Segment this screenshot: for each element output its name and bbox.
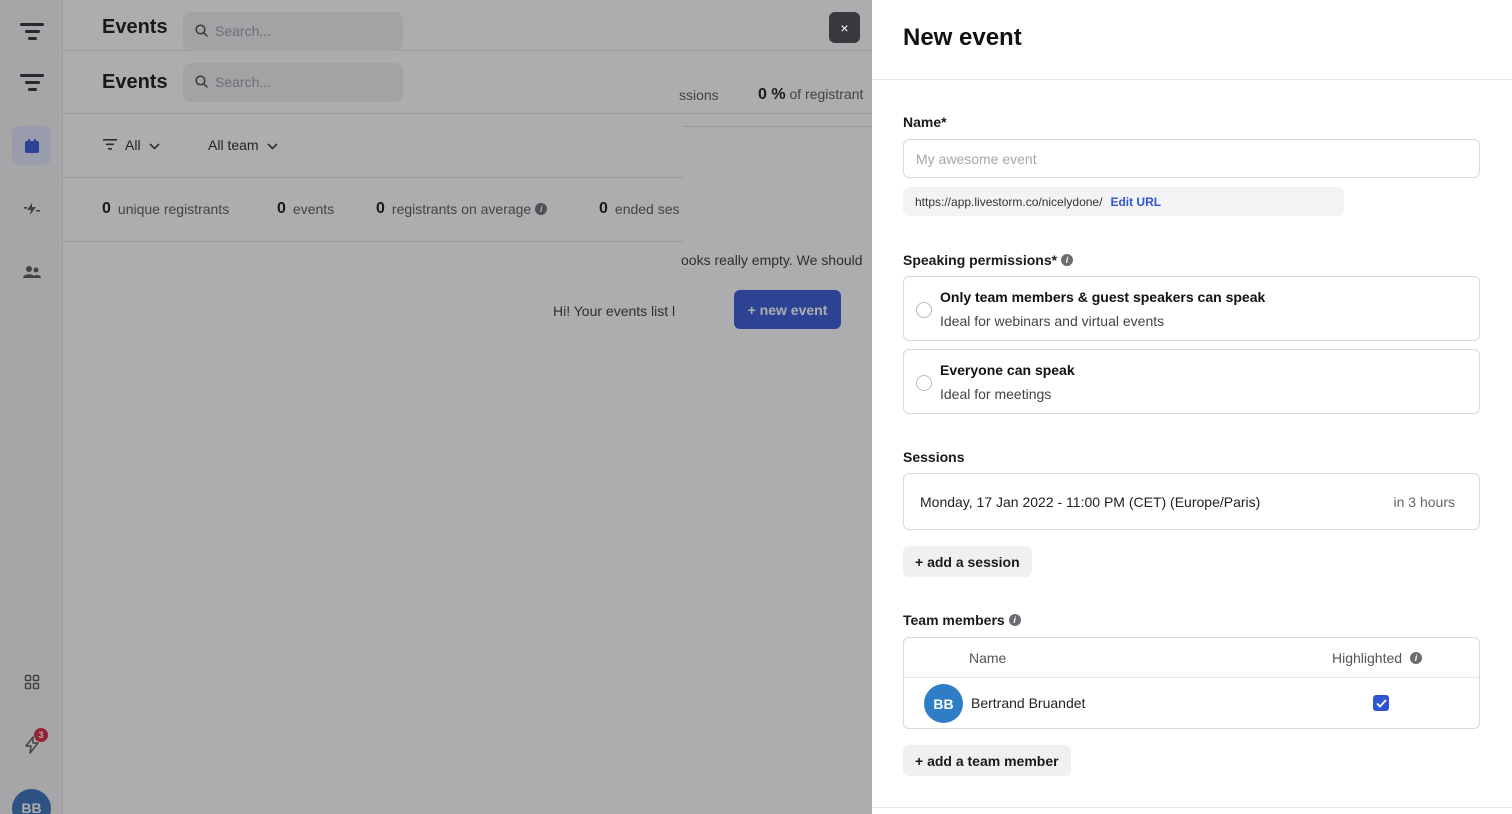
divider [872, 807, 1512, 808]
column-header-highlighted: Highlighted i [1332, 650, 1423, 666]
highlighted-checkbox[interactable] [1373, 695, 1389, 711]
speaking-option-everyone[interactable]: Everyone can speak Ideal for meetings [903, 349, 1480, 414]
team-members-label: Team members i [903, 612, 1021, 628]
member-avatar: BB [924, 684, 963, 723]
speaking-option-subtitle: Ideal for meetings [940, 386, 1052, 402]
radio-button[interactable] [916, 375, 932, 391]
modal-backdrop[interactable] [0, 0, 872, 814]
new-event-drawer: New event Name* https://app.livestorm.co… [872, 0, 1512, 814]
drawer-title: New event [903, 24, 1022, 51]
member-name: Bertrand Bruandet [971, 695, 1086, 711]
edit-url-link[interactable]: Edit URL [1110, 195, 1161, 209]
sessions-label: Sessions [903, 449, 965, 465]
event-url: https://app.livestorm.co/nicelydone/ [915, 194, 1103, 209]
speaking-option-title: Everyone can speak [940, 362, 1075, 378]
info-icon[interactable]: i [1061, 254, 1074, 266]
speaking-option-team-guests[interactable]: Only team members & guest speakers can s… [903, 276, 1480, 341]
add-session-button[interactable]: + add a session [903, 546, 1032, 577]
add-team-member-button[interactable]: + add a team member [903, 745, 1071, 776]
radio-button[interactable] [916, 302, 932, 318]
event-name-input[interactable] [903, 139, 1480, 178]
divider [872, 79, 1512, 80]
column-header-name: Name [969, 650, 1007, 666]
event-url-box: https://app.livestorm.co/nicelydone/ Edi… [903, 187, 1344, 216]
close-drawer-button[interactable]: × [829, 12, 860, 43]
session-date: Monday, 17 Jan 2022 - 11:00 PM (CET) (Eu… [920, 494, 1261, 510]
speaking-option-subtitle: Ideal for webinars and virtual events [940, 313, 1165, 329]
speaking-permissions-label: Speaking permissions* i [903, 252, 1074, 268]
session-relative-time: in 3 hours [1393, 494, 1455, 510]
name-field-label: Name* [903, 114, 947, 130]
info-icon[interactable]: i [1008, 614, 1021, 626]
check-icon [1375, 698, 1387, 708]
speaking-option-title: Only team members & guest speakers can s… [940, 289, 1266, 305]
info-icon[interactable]: i [1410, 652, 1423, 664]
session-row[interactable]: Monday, 17 Jan 2022 - 11:00 PM (CET) (Eu… [903, 473, 1480, 530]
table-header: Name Highlighted i [904, 638, 1479, 678]
team-members-table: Name Highlighted i BB Bertrand Bruandet [903, 637, 1480, 729]
